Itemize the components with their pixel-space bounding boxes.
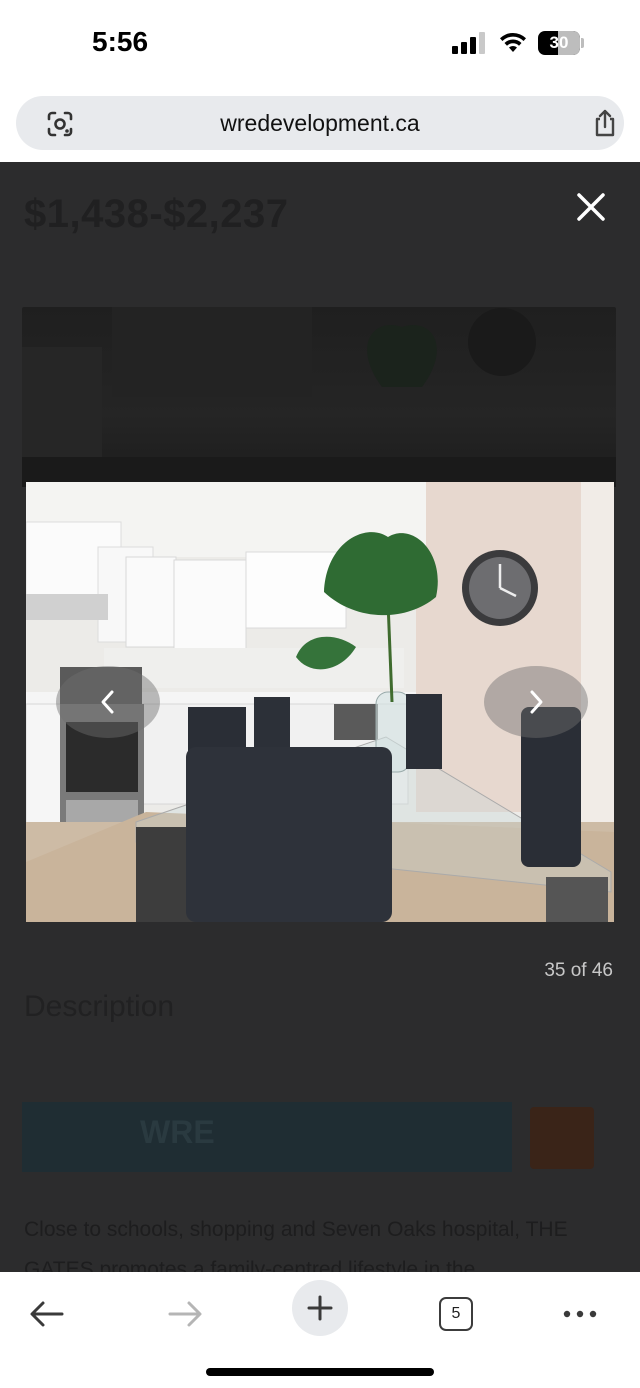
arrow-left-icon — [30, 1301, 64, 1327]
back-button[interactable] — [22, 1284, 72, 1344]
plus-icon — [307, 1295, 333, 1321]
browser-address-area: wredevelopment.ca — [0, 90, 640, 162]
battery-icon: 30 — [538, 31, 580, 55]
listing-gallery-thumbnail — [22, 307, 616, 487]
pet-friendly-badge — [530, 1107, 594, 1169]
description-body: Close to schools, shopping and Seven Oak… — [24, 1218, 568, 1272]
home-indicator — [206, 1368, 434, 1376]
browser-toolbar: 5 — [0, 1272, 640, 1388]
status-time: 5:56 — [92, 26, 149, 57]
tab-count: 5 — [439, 1297, 473, 1331]
chevron-right-icon — [530, 690, 543, 714]
new-tab-button[interactable] — [292, 1280, 348, 1336]
wifi-icon — [500, 32, 526, 52]
more-horizontal-icon — [563, 1310, 597, 1318]
cellular-signal-icon — [452, 32, 488, 54]
battery-level: 30 — [549, 33, 569, 52]
description-heading: Description — [24, 990, 175, 1023]
url-text[interactable]: wredevelopment.ca — [16, 110, 624, 137]
address-bar[interactable]: wredevelopment.ca — [16, 96, 624, 150]
next-photo-button[interactable] — [484, 666, 588, 738]
share-icon[interactable] — [590, 108, 620, 138]
more-menu-button[interactable] — [560, 1284, 600, 1344]
photo-counter: 35 of 46 — [544, 960, 613, 981]
arrow-right-icon — [168, 1301, 202, 1327]
promo-banner — [22, 1102, 512, 1172]
tab-switcher-button[interactable]: 5 — [438, 1284, 474, 1344]
chevron-left-icon — [101, 690, 114, 714]
promo-banner-text: WRE — [140, 1114, 215, 1150]
forward-button[interactable] — [160, 1284, 210, 1344]
status-bar: 5:56 30 — [0, 0, 640, 90]
close-icon[interactable] — [574, 190, 608, 224]
previous-photo-button[interactable] — [56, 666, 160, 738]
listing-price: $1,438-$2,237 — [24, 192, 289, 236]
